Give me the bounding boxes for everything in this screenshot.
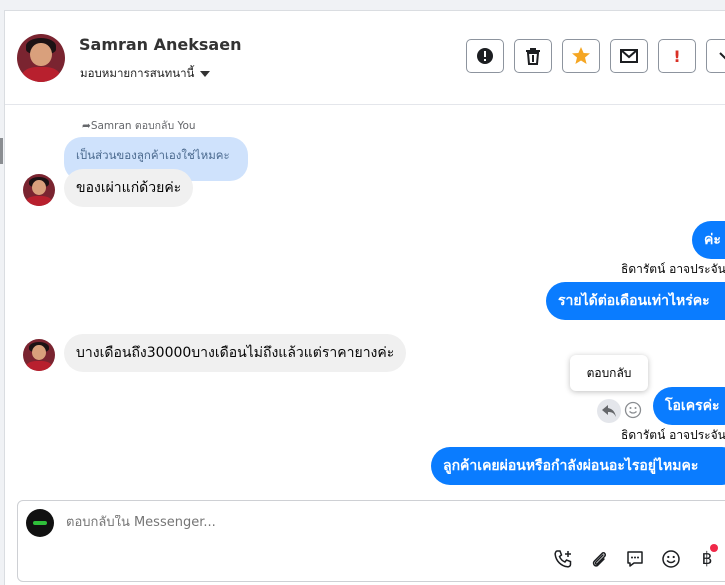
message-sender-name: ธิดารัตน์ อาจประจัน — [621, 262, 725, 276]
message-sender-name: ธิดารัตน์ อาจประจัน — [621, 428, 725, 442]
conversation-header: Samran Aneksaen มอบหมายการสนทนานี้ ! — [5, 11, 725, 105]
saved-replies-button[interactable] — [624, 548, 646, 570]
contact-name[interactable]: Samran Aneksaen — [79, 35, 241, 54]
star-icon — [572, 47, 590, 64]
page-avatar — [26, 509, 54, 537]
contact-avatar[interactable] — [17, 34, 65, 82]
reply-input[interactable] — [66, 515, 666, 530]
message-bubble-incoming[interactable]: บางเดือนถึง30000บางเดือนไม่ถึงแล้วแต่ราค… — [64, 334, 407, 372]
assign-conversation-dropdown[interactable]: มอบหมายการสนทนานี้ — [80, 65, 211, 83]
add-call-button[interactable] — [552, 548, 574, 570]
reply-tooltip: ตอบกลับ — [570, 355, 648, 391]
delete-button[interactable] — [514, 39, 552, 73]
baht-icon: ฿ — [701, 549, 713, 569]
notification-dot — [710, 544, 718, 552]
saved-replies-icon — [627, 551, 643, 567]
reply-arrow-icon: ➦ — [82, 120, 91, 132]
chevron-down-icon — [719, 52, 725, 60]
reply-icon — [602, 405, 616, 417]
assign-label: มอบหมายการสนทนานี้ — [80, 66, 195, 80]
scrollbar[interactable] — [0, 138, 3, 164]
message-bubble-outgoing[interactable]: ค่ะ — [692, 221, 725, 259]
mark-spam-button[interactable] — [466, 39, 504, 73]
message-bubble-outgoing[interactable]: โอเครค่ะ — [653, 387, 725, 425]
window-top-frame — [0, 0, 725, 11]
attach-file-button[interactable] — [588, 548, 610, 570]
more-actions-button[interactable] — [706, 39, 725, 73]
emoji-button[interactable] — [660, 548, 682, 570]
reply-context-note: ➦Samran ตอบกลับ You — [82, 120, 196, 132]
add-call-icon — [554, 550, 572, 568]
alert-circle-icon — [477, 48, 493, 64]
emoji-icon — [662, 550, 680, 568]
star-button[interactable] — [562, 39, 600, 73]
message-bubble-outgoing[interactable]: ลูกค้าเคยผ่อนหรือกำลังผ่อนอะไรอยู่ไหมคะ — [431, 447, 725, 485]
mark-unread-button[interactable] — [610, 39, 648, 73]
react-emoji-icon[interactable] — [624, 401, 642, 419]
follow-up-button[interactable]: ! — [658, 39, 696, 73]
caret-down-icon — [200, 71, 211, 77]
message-bubble-incoming[interactable]: ของเผ่าแก่ด้วยค่ะ — [64, 169, 194, 207]
paperclip-icon — [592, 552, 606, 567]
exclamation-icon: ! — [673, 46, 681, 66]
message-composer: ฿ — [17, 500, 725, 582]
message-bubble-outgoing[interactable]: รายได้ต่อเดือนเท่าไหร่คะ — [546, 282, 725, 320]
contact-message-avatar[interactable] — [23, 339, 55, 371]
trash-icon — [526, 48, 540, 65]
envelope-icon — [620, 49, 638, 63]
contact-message-avatar[interactable] — [23, 174, 55, 206]
reply-action-button[interactable] — [597, 399, 621, 423]
